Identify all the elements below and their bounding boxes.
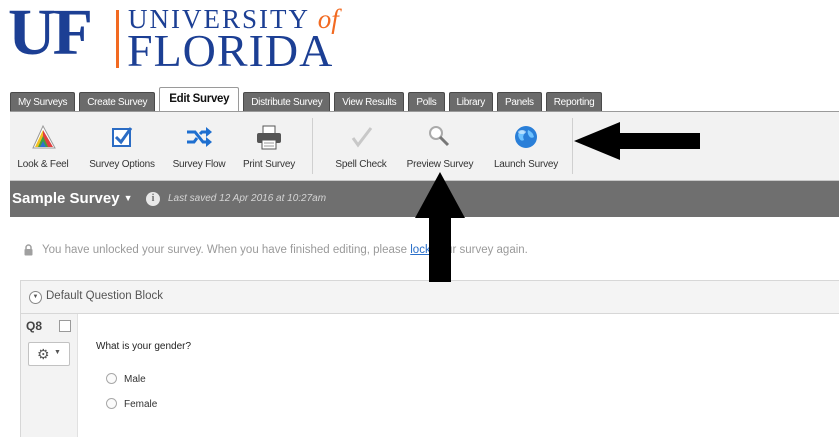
tab-reporting[interactable]: Reporting bbox=[545, 92, 603, 112]
printer-icon bbox=[257, 125, 281, 150]
checkbox-icon bbox=[112, 127, 133, 147]
logo-uf: UF bbox=[8, 0, 93, 69]
survey-title-dropdown[interactable]: Sample Survey ▼ bbox=[12, 190, 132, 207]
choice-label: Female bbox=[124, 399, 158, 411]
up-arrow-annotation bbox=[415, 172, 465, 282]
tab-my-surveys[interactable]: My Surveys bbox=[10, 92, 76, 112]
launch-survey-label: Launch Survey bbox=[493, 159, 559, 170]
look-feel-icon bbox=[32, 124, 56, 149]
checkmark-icon bbox=[351, 127, 373, 148]
toolbar-separator bbox=[572, 118, 573, 174]
print-survey-label: Print Survey bbox=[242, 159, 296, 170]
tab-create-survey[interactable]: Create Survey bbox=[79, 92, 156, 112]
choice-male[interactable]: Male bbox=[106, 373, 146, 386]
spell-check-label: Spell Check bbox=[335, 159, 387, 170]
magnifier-icon bbox=[429, 126, 450, 147]
radio-button[interactable] bbox=[106, 373, 117, 384]
question-select-checkbox[interactable] bbox=[59, 320, 71, 332]
look-feel-button[interactable]: Look & Feel bbox=[10, 112, 76, 180]
tab-view-results[interactable]: View Results bbox=[334, 92, 405, 112]
logo-divider bbox=[116, 10, 119, 68]
logo-florida: FLORIDA bbox=[127, 25, 334, 76]
edit-toolbar: Look & Feel Survey Options Survey Flow P… bbox=[10, 112, 839, 181]
look-feel-label: Look & Feel bbox=[17, 159, 69, 170]
tab-distribute-survey[interactable]: Distribute Survey bbox=[243, 92, 331, 112]
block-header: ▼ Default Question Block bbox=[21, 281, 839, 314]
spell-check-button[interactable]: Spell Check bbox=[328, 112, 394, 180]
survey-flow-button[interactable]: Survey Flow bbox=[166, 112, 232, 180]
collapse-icon[interactable]: ▼ bbox=[29, 291, 42, 304]
toolbar-separator bbox=[312, 118, 313, 174]
caret-down-icon: ▼ bbox=[123, 193, 133, 203]
survey-title: Sample Survey bbox=[12, 190, 120, 207]
survey-options-label: Survey Options bbox=[89, 159, 155, 170]
launch-survey-button[interactable]: Launch Survey bbox=[486, 112, 566, 180]
globe-icon bbox=[515, 126, 537, 148]
question-settings-button[interactable]: ⚙ ▼ bbox=[28, 342, 70, 366]
survey-flow-label: Survey Flow bbox=[172, 159, 226, 170]
tab-edit-survey[interactable]: Edit Survey bbox=[159, 87, 240, 112]
uf-logo: UF UNIVERSITY of FLORIDA bbox=[8, 0, 368, 76]
tab-library[interactable]: Library bbox=[448, 92, 493, 112]
radio-button[interactable] bbox=[106, 398, 117, 409]
flow-arrows-icon bbox=[187, 127, 212, 147]
block-title: Default Question Block bbox=[46, 290, 163, 302]
last-saved-text: Last saved 12 Apr 2016 at 10:27am bbox=[168, 193, 327, 204]
info-icon[interactable]: i bbox=[146, 192, 160, 206]
tab-panels[interactable]: Panels bbox=[496, 92, 542, 112]
question-sidebar: Q8 ⚙ ▼ bbox=[21, 314, 78, 437]
question-text: What is your gender? bbox=[96, 341, 192, 352]
survey-options-button[interactable]: Survey Options bbox=[82, 112, 162, 180]
preview-survey-button[interactable]: Preview Survey bbox=[398, 112, 482, 180]
tab-polls[interactable]: Polls bbox=[408, 92, 445, 112]
notice-text-start: You have unlocked your survey. When you … bbox=[42, 244, 411, 256]
gear-icon: ⚙ bbox=[37, 346, 50, 362]
choice-label: Male bbox=[124, 374, 146, 386]
question-block: ▼ Default Question Block Q8 ⚙ ▼ What is … bbox=[20, 280, 839, 437]
left-arrow-annotation bbox=[574, 122, 700, 160]
lock-icon bbox=[24, 244, 33, 256]
preview-survey-label: Preview Survey bbox=[406, 159, 474, 170]
question-number: Q8 bbox=[26, 319, 43, 333]
main-tabs: My Surveys Create Survey Edit Survey Dis… bbox=[10, 87, 606, 112]
choice-female[interactable]: Female bbox=[106, 398, 158, 411]
chevron-down-icon: ▼ bbox=[54, 349, 61, 356]
print-survey-button[interactable]: Print Survey bbox=[236, 112, 302, 180]
